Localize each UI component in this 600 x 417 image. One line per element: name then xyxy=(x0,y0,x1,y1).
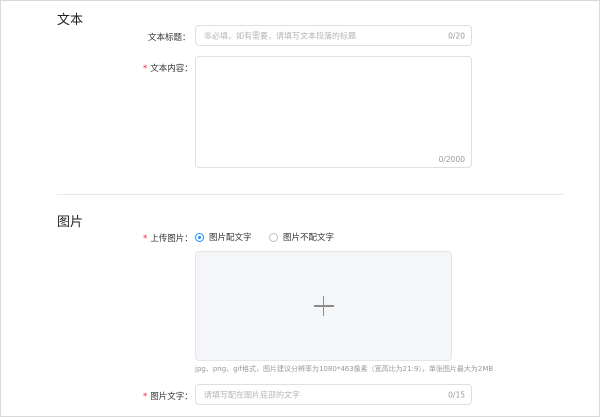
text-title-counter: 0/20 xyxy=(448,31,465,40)
required-mark: * xyxy=(143,64,148,74)
text-title-placeholder: 非必填，如有需要，请填写文本段落的标题 xyxy=(204,31,356,40)
upload-image-label-text: 上传图片： xyxy=(150,234,193,244)
radio-label: 图片不配文字 xyxy=(283,233,335,243)
text-title-label-text: 文本标题： xyxy=(148,33,191,43)
upload-hint: jpg、png、gif格式，图片建议分辨率为1080*463像素（宽高比为21:… xyxy=(195,365,494,373)
text-content-counter: 0/2000 xyxy=(438,155,465,164)
upload-image-label: * 上传图片： xyxy=(143,232,193,244)
radio-checked-icon xyxy=(195,232,204,242)
text-content-label-text: 文本内容： xyxy=(150,64,193,74)
section-title-image: 图片 xyxy=(57,215,84,230)
image-text-label: * 图片文字： xyxy=(143,390,193,402)
image-text-placeholder: 请填写配在图片底部的文字 xyxy=(204,390,300,399)
section-title-text: 文本 xyxy=(57,13,84,28)
image-text-label-text: 图片文字： xyxy=(150,392,193,402)
radio-image-with-text[interactable]: 图片配文字 xyxy=(195,231,252,243)
text-content-label: * 文本内容： xyxy=(143,62,193,74)
required-mark: * xyxy=(143,392,148,402)
text-content-textarea[interactable]: 0/2000 xyxy=(195,56,472,168)
radio-label: 图片配文字 xyxy=(209,233,252,243)
plus-icon xyxy=(313,296,334,316)
section-divider xyxy=(57,194,563,195)
radio-unchecked-icon xyxy=(269,232,278,242)
text-title-label: 文本标题： xyxy=(148,31,191,43)
image-text-input[interactable]: 请填写配在图片底部的文字 0/15 xyxy=(195,384,472,405)
text-title-input[interactable]: 非必填，如有需要，请填写文本段落的标题 0/20 xyxy=(195,25,472,46)
image-upload-area[interactable] xyxy=(195,251,452,361)
required-mark: * xyxy=(143,234,148,244)
image-text-counter: 0/15 xyxy=(448,390,465,399)
radio-image-without-text[interactable]: 图片不配文字 xyxy=(269,231,334,243)
